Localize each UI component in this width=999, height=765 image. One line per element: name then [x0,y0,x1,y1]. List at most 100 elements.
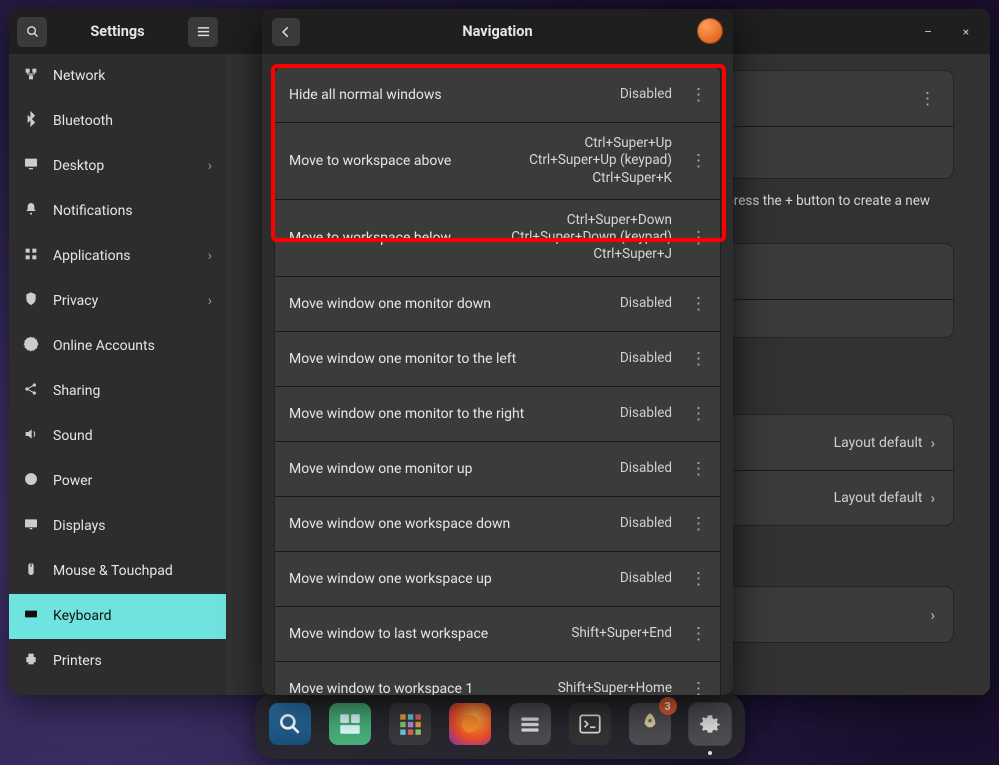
kebab-icon[interactable]: ⋮ [690,404,706,424]
shortcut-row[interactable]: Move window one workspace up Disabled ⋮ [275,551,720,606]
menu-button[interactable] [188,17,218,47]
sidebar-item-label: Keyboard [53,608,112,624]
dock-item-updates[interactable]: 3 [629,703,671,745]
row-value: Layout default [834,490,923,506]
kebab-icon[interactable]: ⋮ [690,514,706,534]
shortcut-label: Move window one monitor to the left [289,351,610,367]
printers-icon [23,651,39,671]
shortcut-label: Move window one workspace up [289,571,610,587]
kebab-icon[interactable]: ⋮ [690,624,706,644]
sidebar-item-label: Network [53,68,105,84]
shortcut-row[interactable]: Move to workspace aboveCtrl+Super+Up Ctr… [275,122,720,199]
sidebar: Settings Network Bluetooth Desktop›Notific… [9,9,226,695]
dialog-body: Hide all normal windowsDisabled⋮Move to … [262,54,733,695]
kebab-icon[interactable]: ⋮ [690,679,706,695]
sidebar-item-label: Mouse & Touchpad [53,563,173,579]
shortcut-row[interactable]: Move window one workspace downDisabled⋮ [275,496,720,551]
bluetooth-icon [23,111,39,131]
sidebar-item-sharing[interactable]: Sharing [9,369,226,414]
shortcut-row[interactable]: Move window one monitor upDisabled⋮ [275,441,720,496]
dock-item-terminal[interactable] [569,703,611,745]
sidebar-item-printers[interactable]: Printers [9,639,226,684]
workspaces-icon [337,711,363,737]
shortcut-row[interactable]: Hide all normal windowsDisabled⋮ [275,67,720,122]
kebab-icon[interactable]: ⋮ [690,228,706,248]
sidebar-item-online-accounts[interactable]: Online Accounts [9,324,226,369]
sidebar-item-label: Printers [53,653,102,669]
shortcut-value: Shift+Super+Home [558,680,672,695]
notifications-icon [23,201,39,221]
dock-item-files[interactable] [509,703,551,745]
dock-item-workspaces[interactable] [329,703,371,745]
sidebar-item-privacy[interactable]: Privacy› [9,279,226,324]
dock-item-apps[interactable] [389,703,431,745]
close-button[interactable]: × [948,9,984,54]
sidebar-item-desktop[interactable]: Desktop› [9,144,226,189]
shortcut-value: Disabled [620,295,672,312]
grid-icon [397,711,423,737]
shortcut-row[interactable]: Move window one monitor to the leftDisab… [275,331,720,386]
shortcut-label: Move window one monitor up [289,461,610,477]
sidebar-item-label: Bluetooth [53,113,113,129]
shortcut-value: Disabled [620,570,672,587]
sidebar-item-keyboard[interactable]: Keyboard [9,594,226,639]
shortcut-value: Disabled [620,405,672,422]
back-button[interactable] [272,18,300,46]
chevron-right-icon: › [208,248,212,264]
sidebar-item-label: Sound [53,428,93,444]
sidebar-item-displays[interactable]: Displays [9,504,226,549]
row-value: Layout default [834,435,923,451]
kebab-icon[interactable]: ⋮ [690,151,706,171]
minimize-button[interactable]: – [910,9,946,54]
privacy-icon [23,291,39,311]
chevron-right-icon: › [930,434,935,452]
files-icon [517,711,543,737]
shortcut-row[interactable]: Move to workspace belowCtrl+Super+Down C… [275,199,720,276]
shortcut-label: Move to workspace below [289,230,501,246]
shortcut-row[interactable]: Move window one monitor downDisabled⋮ [275,276,720,331]
sidebar-item-label: Power [53,473,92,489]
kebab-icon[interactable]: ⋮ [690,569,706,589]
kebab-icon[interactable]: ⋮ [690,85,706,105]
sidebar-item-label: Sharing [53,383,100,399]
dialog-header: Navigation [262,9,733,54]
shortcut-row[interactable]: Move window to workspace 1 Shift+Super+Ho… [275,661,720,695]
magnifier-icon [277,711,303,737]
shortcut-label: Move window to workspace 1 [289,681,548,695]
kebab-icon[interactable]: ⋮ [690,459,706,479]
sidebar-list: NetworkBluetoothDesktop›NotificationsApp… [9,54,226,695]
dialog-close-button[interactable] [697,18,723,44]
sidebar-item-label: Online Accounts [53,338,155,354]
sidebar-item-mouse-touchpad[interactable]: Mouse & Touchpad [9,549,226,594]
sidebar-item-network[interactable]: Network [9,54,226,99]
app-title: Settings [47,23,188,40]
network-icon [23,66,39,86]
sidebar-item-notifications[interactable]: Notifications [9,189,226,234]
chevron-left-icon [279,25,293,39]
chevron-right-icon: › [930,606,935,624]
dock-item-settings[interactable] [689,703,731,745]
chevron-right-icon: › [208,293,212,309]
sidebar-item-power[interactable]: Power [9,459,226,504]
sharing-icon [23,381,39,401]
sidebar-item-sound[interactable]: Sound [9,414,226,459]
sidebar-item-applications[interactable]: Applications › [9,234,226,279]
sidebar-item-bluetooth[interactable]: Bluetooth [9,99,226,144]
kebab-icon[interactable]: ⋮ [690,294,706,314]
shortcut-row[interactable]: Move window to last workspaceShift+Super… [275,606,720,661]
dock-item-firefox[interactable] [449,703,491,745]
sidebar-item-label: Applications [53,248,131,264]
kebab-icon[interactable]: ⋮ [919,89,935,109]
mouse-icon [23,561,39,581]
shortcut-row[interactable]: Move window one monitor to the right Disa… [275,386,720,441]
keyboard-icon [23,606,39,626]
shortcut-label: Move window to last workspace [289,626,561,642]
power-icon [23,471,39,491]
dock-item-search[interactable] [269,703,311,745]
shortcut-label: Move window one monitor to the right [289,406,610,422]
search-icon [25,24,40,39]
search-button[interactable] [17,17,47,47]
kebab-icon[interactable]: ⋮ [690,349,706,369]
firefox-icon [457,711,483,737]
shortcut-value: Disabled [620,515,672,532]
